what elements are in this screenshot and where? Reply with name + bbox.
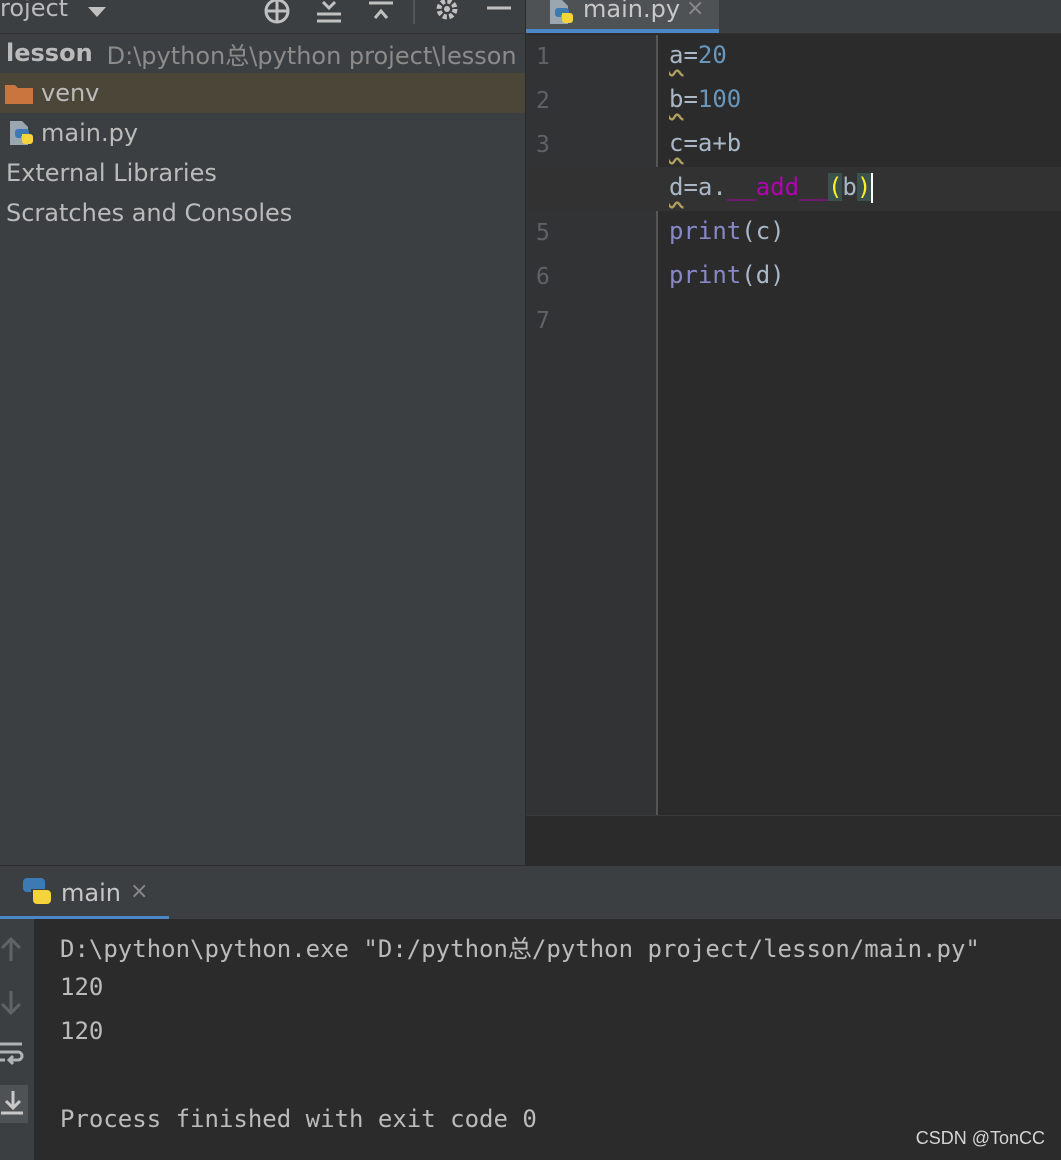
code-number: 100: [697, 85, 742, 113]
editor-footer: [526, 815, 1061, 866]
code-args: (c): [741, 217, 785, 245]
python-file-icon: [8, 119, 36, 147]
tab-main-py[interactable]: main.py ×: [526, 0, 719, 33]
close-icon[interactable]: ×: [130, 879, 148, 904]
code-op: =: [683, 85, 698, 113]
run-side-toolbar: [0, 919, 34, 1160]
folder-icon: [5, 82, 33, 104]
tree-item-external-libraries[interactable]: External Libraries: [0, 153, 525, 193]
python-icon: [22, 876, 52, 906]
close-icon[interactable]: ×: [686, 0, 704, 21]
soft-wrap-icon[interactable]: [0, 1041, 24, 1071]
tree-item-label: venv: [41, 79, 100, 107]
tree-item-scratches[interactable]: Scratches and Consoles: [0, 193, 525, 233]
tree-item-label: Scratches and Consoles: [6, 199, 293, 227]
code-arg: b: [842, 173, 857, 201]
code-brace: ): [856, 173, 872, 201]
toolbar-divider: [413, 0, 415, 24]
watermark: CSDN @TonCC: [915, 1128, 1045, 1148]
arrow-down-icon[interactable]: [0, 989, 22, 1019]
console-line: Process finished with exit code 0: [60, 1105, 537, 1133]
code-line-current[interactable]: d=a.__add__(b): [526, 167, 1061, 211]
code-op: =: [683, 41, 698, 69]
code-line[interactable]: a=20: [526, 35, 1061, 79]
tree-item-main-py[interactable]: main.py: [0, 113, 525, 153]
code-line[interactable]: b=100: [526, 79, 1061, 123]
gear-icon[interactable]: [433, 0, 461, 24]
python-file-icon: [548, 0, 576, 26]
tree-item-label: main.py: [41, 119, 139, 147]
tree-item-label: External Libraries: [6, 159, 217, 187]
code-brace: (: [827, 173, 843, 201]
locate-target-icon[interactable]: [262, 0, 292, 24]
code-number: 20: [697, 41, 727, 69]
text-caret: [871, 173, 874, 203]
chevron-down-icon[interactable]: [86, 0, 108, 24]
project-toolbar: roject: [0, 0, 525, 34]
console-line: D:\python\python.exe "D:/python总/python …: [60, 935, 980, 963]
tab-active-indicator: [526, 29, 719, 33]
code-var: b: [669, 85, 684, 113]
code-keyword: print: [669, 261, 742, 289]
code-expr: =a+b: [683, 129, 742, 157]
editor-tab-bar: main.py ×: [526, 0, 1061, 34]
run-tab-label: main: [61, 879, 121, 907]
scroll-to-end-button[interactable]: [0, 1085, 28, 1123]
code-line[interactable]: print(d): [526, 255, 1061, 299]
code-magic-method: __add__: [726, 173, 828, 201]
code-expr: =a.: [683, 173, 727, 201]
collapse-all-icon[interactable]: [367, 0, 395, 24]
scroll-to-end-icon: [1, 1091, 25, 1121]
arrow-up-icon[interactable]: [0, 936, 22, 967]
tree-item-lesson[interactable]: lesson D:\python总\python project\lesson: [0, 33, 525, 73]
code-var: d: [669, 173, 684, 201]
editor-pane: main.py × 1 2 3 4 5 6 7 a=20 b=100 c=a+b…: [526, 0, 1061, 866]
code-keyword: print: [669, 217, 742, 245]
code-line[interactable]: c=a+b: [526, 123, 1061, 167]
tree-item-label: lesson: [6, 39, 93, 67]
expand-all-icon[interactable]: [315, 0, 343, 24]
project-title[interactable]: roject: [0, 0, 68, 22]
console-line: 120: [60, 973, 104, 1001]
tree-item-venv[interactable]: venv: [0, 73, 525, 113]
code-line[interactable]: print(c): [526, 211, 1061, 255]
line-number: 7: [536, 308, 550, 334]
project-pane: roject lesson D:\python总\python project\…: [0, 0, 525, 865]
minimize-icon[interactable]: [486, 0, 512, 24]
tab-label: main.py: [583, 0, 681, 23]
code-var: c: [669, 129, 684, 157]
console-line: 120: [60, 1017, 104, 1045]
console-output[interactable]: D:\python\python.exe "D:/python总/python …: [34, 919, 1061, 1160]
code-args: (d): [741, 261, 785, 289]
tree-item-path: D:\python总\python project\lesson: [106, 41, 517, 70]
code-var: a: [669, 41, 684, 69]
run-tool-window-header: main ×: [0, 865, 1061, 920]
tab-run-main[interactable]: main ×: [0, 866, 169, 920]
